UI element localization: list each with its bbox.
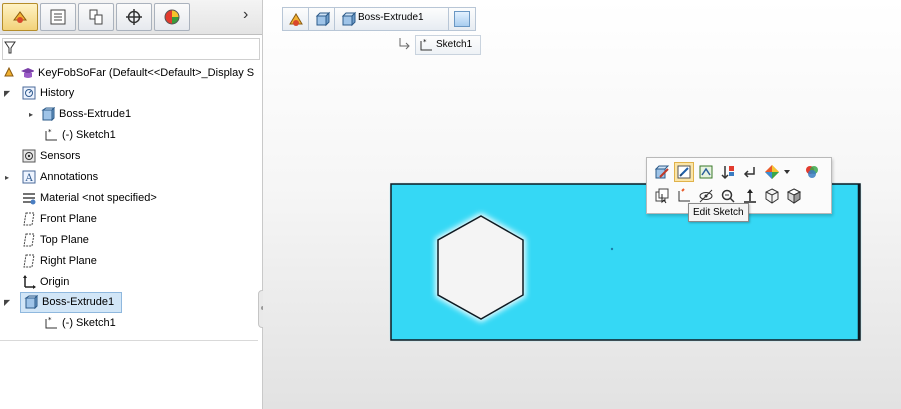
tree-item-label: Boss-Extrude1 xyxy=(42,296,115,308)
breadcrumb-sketch-label: Sketch1 xyxy=(436,39,473,50)
svg-text:*: * xyxy=(423,38,427,46)
nested-arrow-icon xyxy=(399,38,410,50)
tree-item-label: Right Plane xyxy=(40,255,97,267)
hide-eye-icon xyxy=(699,189,713,203)
sketch-icon: * xyxy=(420,38,432,51)
color-wheel-icon xyxy=(806,166,818,178)
collapse-toggle-icon[interactable]: ◤ xyxy=(4,84,10,103)
tree-item-label: Origin xyxy=(40,276,70,288)
sketch-icon: * xyxy=(44,316,58,330)
part-icon xyxy=(4,66,18,80)
tree-item-label: Material <not specified> xyxy=(40,192,157,204)
tree-item-label: (-) Sketch1 xyxy=(62,317,116,329)
select-other-button[interactable] xyxy=(652,186,672,206)
breadcrumb-feature-label: Boss-Extrude1 xyxy=(358,12,424,23)
appearance-button[interactable] xyxy=(762,162,782,182)
configuration-manager-icon xyxy=(89,9,103,25)
expand-toggle-icon[interactable]: ▸ xyxy=(5,168,9,187)
solid-body-icon xyxy=(315,11,330,27)
svg-text:*: * xyxy=(48,128,52,136)
plane-icon xyxy=(22,233,36,247)
edit-feature-button[interactable] xyxy=(652,162,672,182)
plane-icon xyxy=(22,212,36,226)
svg-text:*: * xyxy=(48,316,52,324)
material-icon xyxy=(22,191,36,205)
breadcrumb-end[interactable] xyxy=(448,7,476,31)
tree-item-label: Sensors xyxy=(40,150,81,162)
part-icon xyxy=(289,13,303,26)
history-icon xyxy=(22,86,36,100)
panel-divider xyxy=(0,340,258,341)
sketch-plane-button[interactable] xyxy=(696,162,716,182)
select-other-icon xyxy=(655,188,669,204)
tabs-more-button[interactable]: › xyxy=(243,6,248,24)
tree-item-label: History xyxy=(40,87,75,99)
breadcrumb-body[interactable] xyxy=(308,7,336,31)
plane-icon xyxy=(22,254,36,268)
breadcrumb-part[interactable] xyxy=(282,7,310,31)
feature-manager-icon xyxy=(13,11,27,23)
view-cube-icon xyxy=(765,188,779,204)
tree-item-label: Top Plane xyxy=(40,234,89,246)
tree-root-label: KeyFobSoFar (Default<<Default>_Display S xyxy=(38,67,255,79)
sketch-icon xyxy=(678,188,690,202)
collapse-toggle-icon[interactable]: ◤ xyxy=(4,293,10,312)
manager-tabs: › xyxy=(0,0,262,35)
rollback-button[interactable] xyxy=(718,162,738,182)
appearance-dropdown[interactable] xyxy=(782,162,792,182)
dimxpert-icon xyxy=(126,9,142,25)
appearance-icon xyxy=(765,165,779,179)
tab-configuration-manager[interactable] xyxy=(78,3,114,31)
annotation-icon: A xyxy=(22,170,36,184)
origin-icon xyxy=(22,275,36,289)
view-orientation-button[interactable] xyxy=(762,186,782,206)
sketch-plane-icon xyxy=(699,165,713,179)
tab-feature-manager[interactable] xyxy=(2,3,38,31)
display-manager-icon xyxy=(164,9,180,25)
edit-feature-icon xyxy=(654,165,670,179)
filter-funnel-icon[interactable] xyxy=(4,41,16,55)
rollback-icon xyxy=(721,166,734,180)
tree-item-label: Boss-Extrude1 xyxy=(59,108,132,120)
expand-toggle-icon[interactable]: ▸ xyxy=(29,105,33,124)
normal-to-icon xyxy=(744,189,756,203)
tab-property-manager[interactable] xyxy=(40,3,76,31)
tab-display-manager[interactable] xyxy=(154,3,190,31)
tab-dimxpert-manager[interactable] xyxy=(116,3,152,31)
feature-manager-panel: › KeyFobSoFar (Default<<Default>_Display… xyxy=(0,0,263,409)
tree-item-label: (-) Sketch1 xyxy=(62,129,116,141)
breadcrumb-feature[interactable]: Boss-Extrude1 xyxy=(334,7,450,31)
svg-text:A: A xyxy=(25,173,34,184)
chevron-down-icon xyxy=(784,170,790,174)
edit-sketch-button[interactable] xyxy=(674,162,694,182)
display-style-button[interactable] xyxy=(784,186,804,206)
parent-child-button[interactable] xyxy=(740,162,760,182)
extrude-feature-icon xyxy=(24,295,38,309)
sketch-icon: * xyxy=(44,128,58,142)
tree-filter-bar[interactable] xyxy=(2,38,260,60)
return-arrow-icon xyxy=(743,167,755,178)
property-manager-icon xyxy=(50,9,66,25)
magnifier-icon xyxy=(721,189,735,203)
square-icon xyxy=(454,11,470,27)
appearance-edit-button[interactable] xyxy=(802,162,822,182)
tooltip: Edit Sketch xyxy=(688,203,749,222)
extrude-feature-icon xyxy=(341,11,356,27)
tree-item-label: Annotations xyxy=(40,171,99,183)
extrude-feature-icon xyxy=(41,107,55,121)
sensor-icon xyxy=(22,149,36,163)
tree-item-label: Front Plane xyxy=(40,213,97,225)
shaded-cube-icon xyxy=(786,188,802,204)
edit-sketch-icon xyxy=(677,165,691,179)
origin-marker xyxy=(610,247,614,251)
graduation-cap-icon xyxy=(20,66,34,80)
